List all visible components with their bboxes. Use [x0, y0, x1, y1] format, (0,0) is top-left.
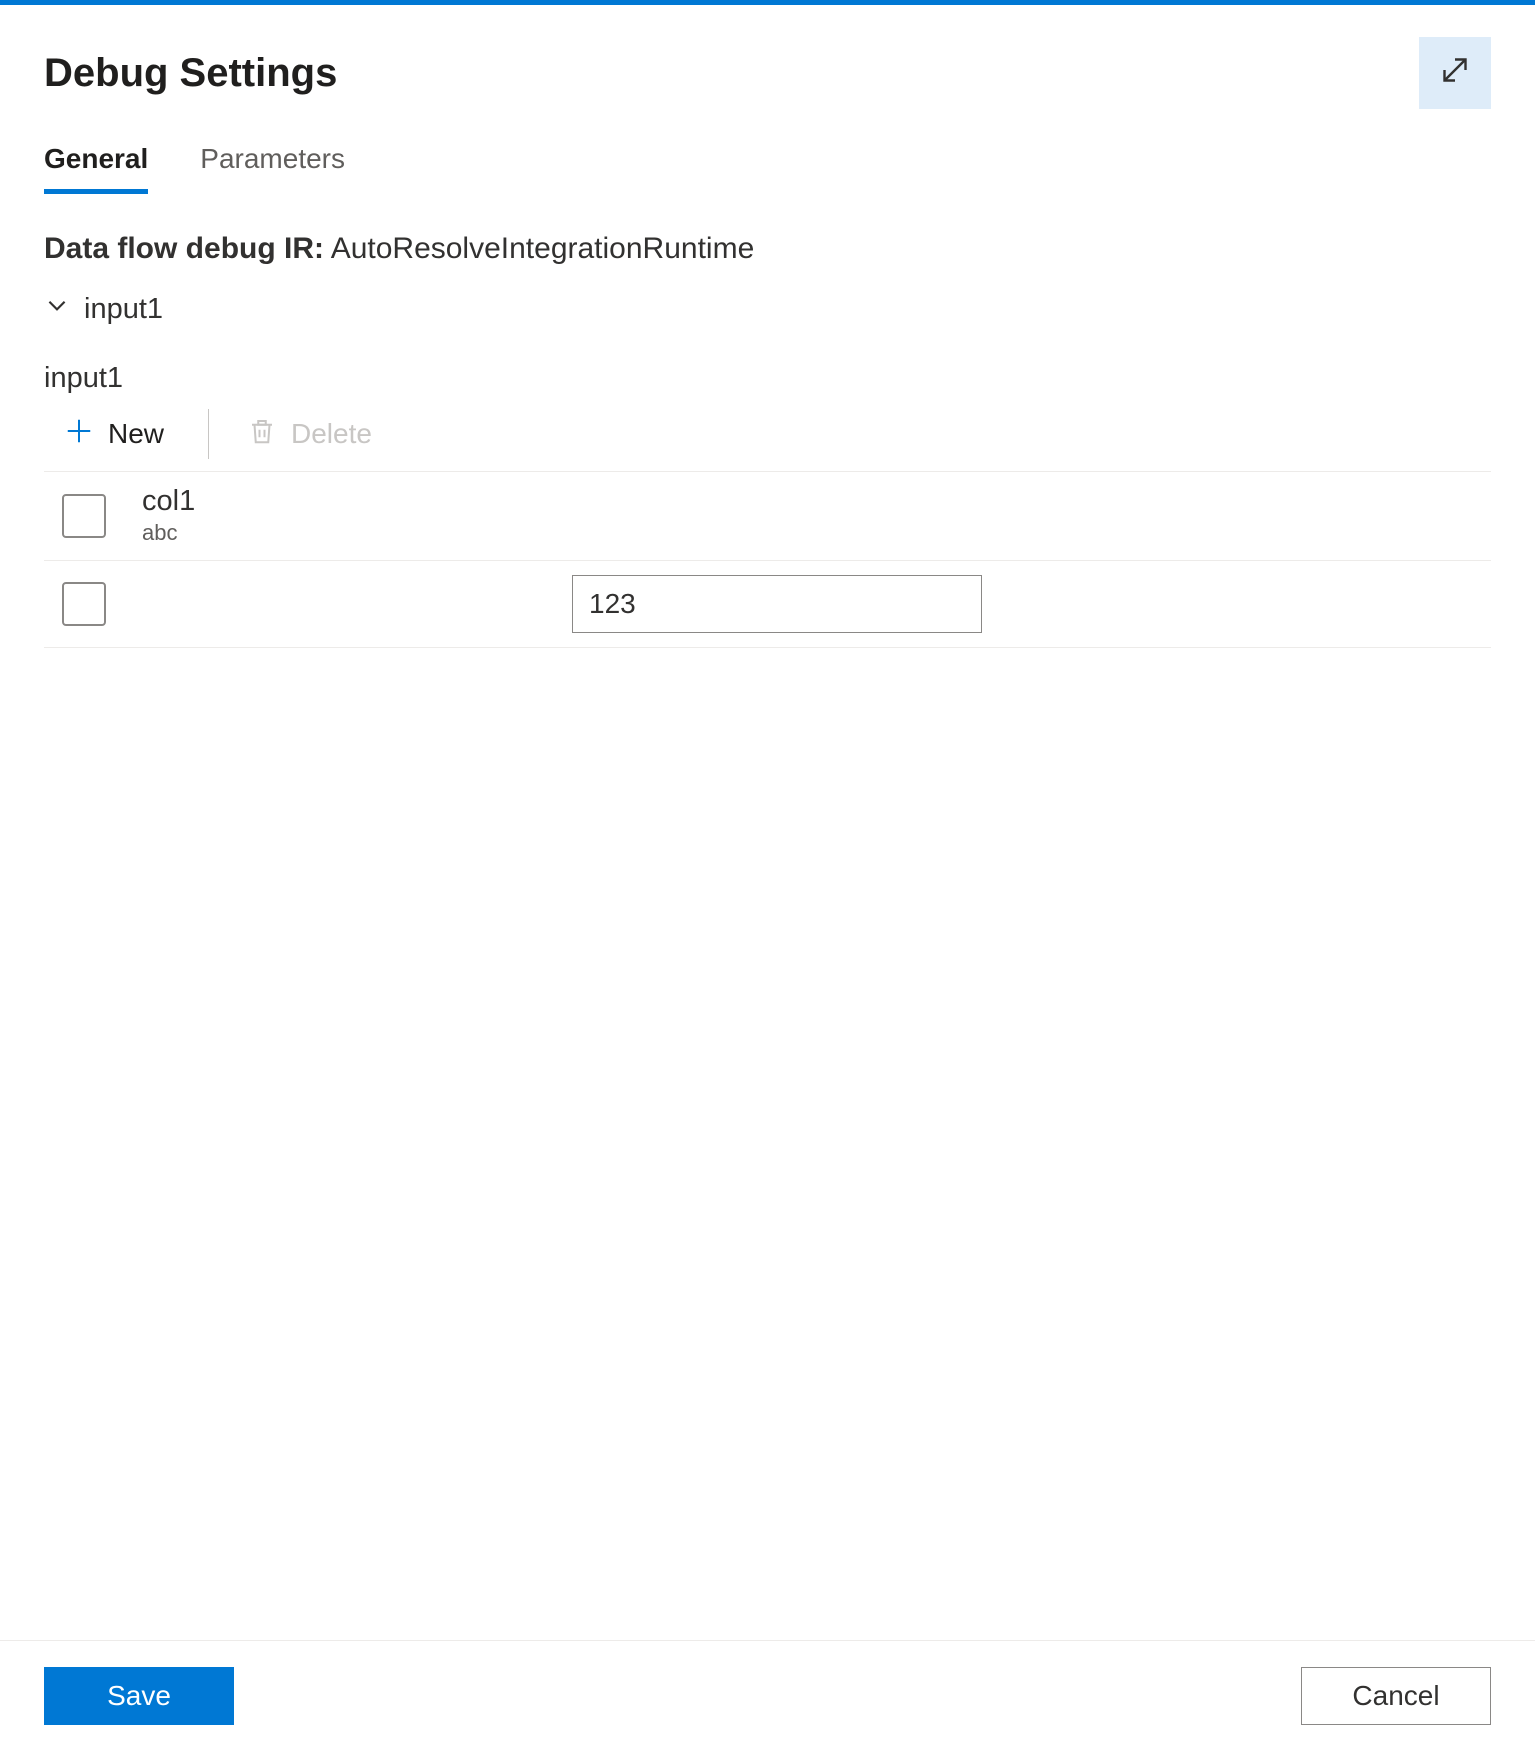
tab-general[interactable]: General: [44, 143, 148, 194]
save-button[interactable]: Save: [44, 1667, 234, 1725]
tab-parameters[interactable]: Parameters: [200, 143, 345, 194]
table: col1 abc: [44, 472, 1491, 648]
new-button[interactable]: New: [60, 410, 168, 459]
plus-icon: [64, 416, 94, 453]
cell-input[interactable]: [572, 575, 982, 633]
section-collapser-label: input1: [84, 293, 163, 326]
debug-ir-row: Data flow debug IR: AutoResolveIntegrati…: [44, 232, 1491, 266]
tabs: General Parameters: [44, 143, 1491, 194]
column-name: col1: [142, 486, 195, 518]
toolbar-separator: [208, 409, 209, 459]
trash-icon: [247, 416, 277, 453]
section-title: input1: [44, 362, 1491, 395]
select-all-checkbox[interactable]: [62, 494, 106, 538]
chevron-down-icon: [44, 292, 70, 326]
cancel-button[interactable]: Cancel: [1301, 1667, 1491, 1725]
section-collapser[interactable]: input1: [44, 292, 1491, 326]
debug-ir-label: Data flow debug IR:: [44, 232, 324, 265]
page-title: Debug Settings: [44, 51, 337, 96]
column-header[interactable]: col1 abc: [142, 486, 195, 546]
delete-button-label: Delete: [291, 418, 372, 450]
table-row: [44, 561, 1491, 648]
footer: Save Cancel: [0, 1640, 1535, 1757]
delete-button: Delete: [243, 410, 376, 459]
row-checkbox[interactable]: [62, 582, 106, 626]
toolbar: New Delete: [44, 409, 1491, 472]
table-header-row: col1 abc: [44, 472, 1491, 561]
expand-icon: [1437, 52, 1473, 94]
cell: [572, 575, 982, 633]
column-type: abc: [142, 520, 195, 546]
debug-ir-value-text: AutoResolveIntegrationRuntime: [331, 232, 755, 265]
new-button-label: New: [108, 418, 164, 450]
expand-button[interactable]: [1419, 37, 1491, 109]
